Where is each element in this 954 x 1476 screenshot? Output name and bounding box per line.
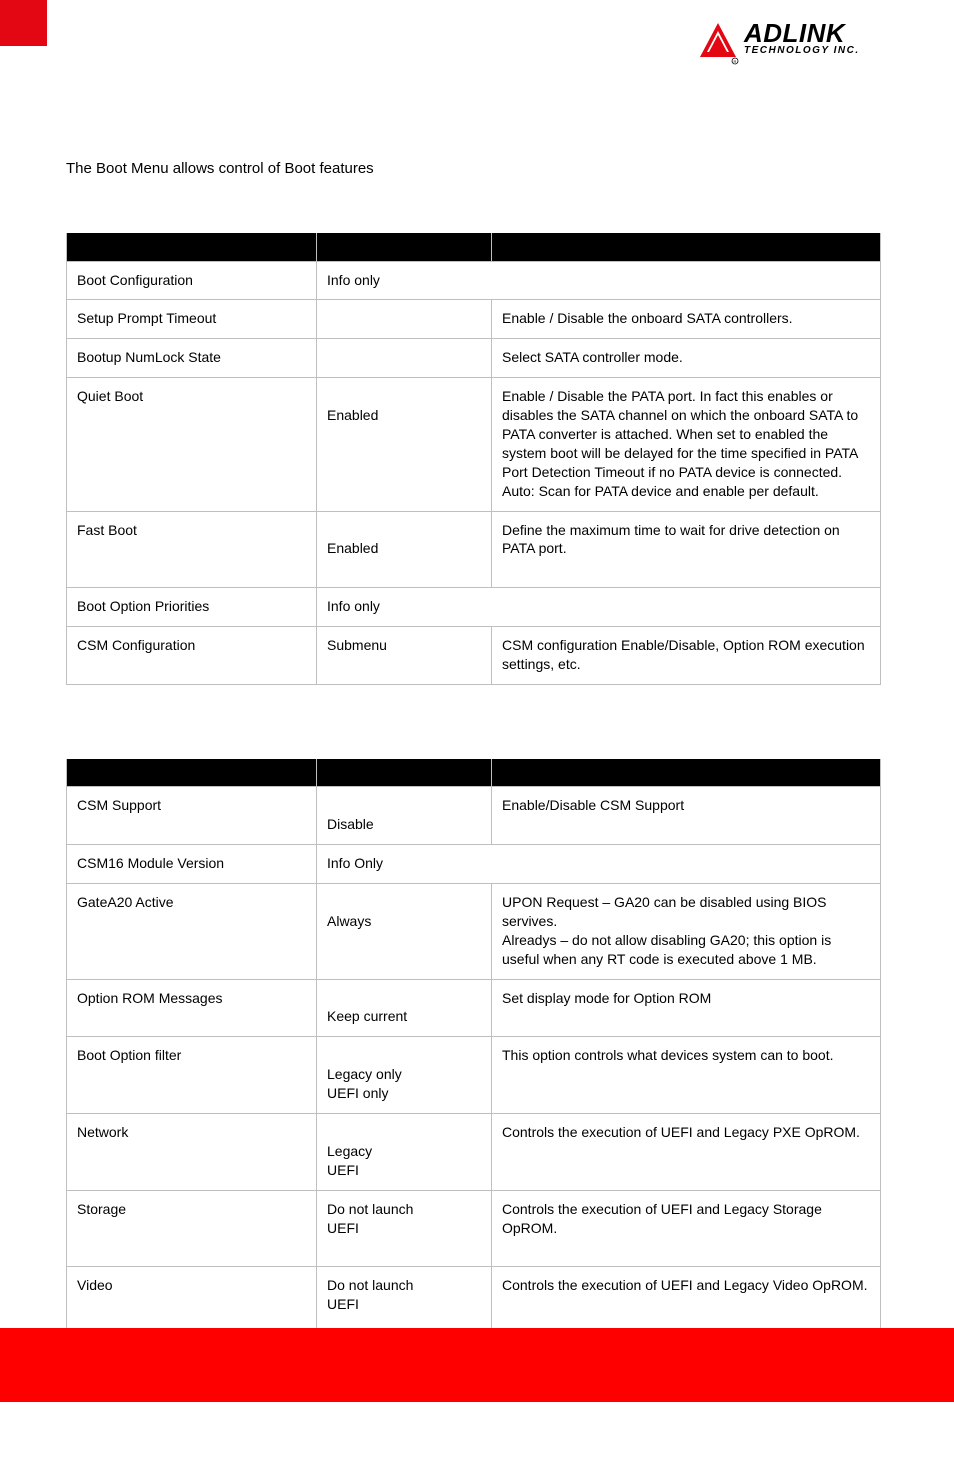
- cell-description: Define the maximum time to wait for driv…: [492, 511, 881, 588]
- logo: R ADLINK TECHNOLOGY INC.: [696, 18, 876, 70]
- cell-options: Enabled: [317, 511, 492, 588]
- cell-options: Submenu: [317, 627, 492, 685]
- cell-feature: CSM Support: [67, 787, 317, 845]
- table-row: CSM16 Module VersionInfo Only: [67, 845, 881, 884]
- table-row: Option ROM Messages Keep currentSet disp…: [67, 979, 881, 1037]
- cell-feature: CSM Configuration: [67, 627, 317, 685]
- cell-feature: CSM16 Module Version: [67, 845, 317, 884]
- cell-options: [317, 339, 492, 378]
- cell-options: Info only: [317, 261, 881, 300]
- cell-description: Controls the execution of UEFI and Legac…: [492, 1190, 881, 1267]
- intro-text: The Boot Menu allows control of Boot fea…: [66, 160, 881, 177]
- table-row: StorageDo not launch UEFI Controls the e…: [67, 1190, 881, 1267]
- table-row: CSM ConfigurationSubmenuCSM configuratio…: [67, 627, 881, 685]
- cell-options: Keep current: [317, 979, 492, 1037]
- footer-bar: [0, 1328, 954, 1402]
- cell-options: Enabled: [317, 378, 492, 511]
- cell-description: Set display mode for Option ROM: [492, 979, 881, 1037]
- csm-table: CSM Support DisableEnable/Disable CSM Su…: [66, 759, 881, 1402]
- cell-options: Info only: [317, 588, 881, 627]
- header-accent: [0, 0, 47, 46]
- cell-description: Enable / Disable the onboard SATA contro…: [492, 300, 881, 339]
- cell-options: Do not launch UEFI: [317, 1190, 492, 1267]
- table-row: Boot ConfigurationInfo only: [67, 261, 881, 300]
- cell-options: Legacy UEFI: [317, 1114, 492, 1191]
- cell-feature: Storage: [67, 1190, 317, 1267]
- cell-options: Disable: [317, 787, 492, 845]
- cell-options: Always: [317, 884, 492, 980]
- table-row: Boot Option filter Legacy only UEFI only…: [67, 1037, 881, 1114]
- cell-feature: Fast Boot: [67, 511, 317, 588]
- boot-menu-table: Boot ConfigurationInfo onlySetup Prompt …: [66, 233, 881, 685]
- cell-options: Legacy only UEFI only: [317, 1037, 492, 1114]
- cell-feature: Boot Configuration: [67, 261, 317, 300]
- cell-description: CSM configuration Enable/Disable, Option…: [492, 627, 881, 685]
- cell-description: Controls the execution of UEFI and Legac…: [492, 1114, 881, 1191]
- table-row: Bootup NumLock State Select SATA controll…: [67, 339, 881, 378]
- cell-feature: Setup Prompt Timeout: [67, 300, 317, 339]
- table-row: Setup Prompt Timeout Enable / Disable the…: [67, 300, 881, 339]
- table-row: Fast Boot EnabledDefine the maximum time…: [67, 511, 881, 588]
- logo-mark-icon: R: [696, 21, 740, 65]
- cell-options: [317, 300, 492, 339]
- table-row: CSM Support DisableEnable/Disable CSM Su…: [67, 787, 881, 845]
- cell-feature: Boot Option filter: [67, 1037, 317, 1114]
- table-row: Network Legacy UEFIControls the executio…: [67, 1114, 881, 1191]
- cell-feature: Quiet Boot: [67, 378, 317, 511]
- table-row: Boot Option PrioritiesInfo only: [67, 588, 881, 627]
- logo-subtext: TECHNOLOGY INC.: [744, 45, 860, 56]
- cell-feature: Network: [67, 1114, 317, 1191]
- cell-description: Enable / Disable the PATA port. In fact …: [492, 378, 881, 511]
- cell-feature: Boot Option Priorities: [67, 588, 317, 627]
- cell-feature: GateA20 Active: [67, 884, 317, 980]
- cell-feature: Option ROM Messages: [67, 979, 317, 1037]
- cell-options: Info Only: [317, 845, 881, 884]
- cell-description: This option controls what devices system…: [492, 1037, 881, 1114]
- cell-feature: Bootup NumLock State: [67, 339, 317, 378]
- cell-description: Enable/Disable CSM Support: [492, 787, 881, 845]
- cell-description: UPON Request – GA20 can be disabled usin…: [492, 884, 881, 980]
- table-row: GateA20 Active AlwaysUPON Request – GA20…: [67, 884, 881, 980]
- table-row: Quiet Boot EnabledEnable / Disable the P…: [67, 378, 881, 511]
- svg-text:R: R: [734, 59, 737, 64]
- cell-description: Select SATA controller mode.: [492, 339, 881, 378]
